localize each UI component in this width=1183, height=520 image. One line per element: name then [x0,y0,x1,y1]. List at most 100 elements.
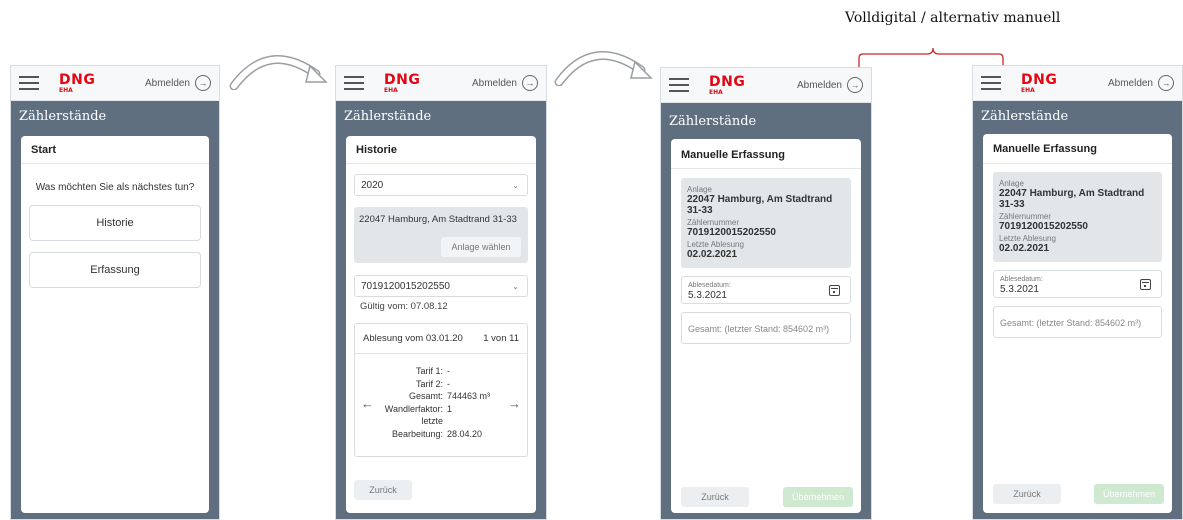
total-reading-input[interactable]: Gesamt: (letzter Stand: 854602 m³) [681,312,851,344]
calendar-icon[interactable] [829,285,840,296]
card-title: Historie [346,136,536,164]
submit-button[interactable]: Übernehmen [783,487,853,507]
reading-date-value: 5.3.2021 [1000,284,1039,295]
detail-value: 28.04.20 [447,428,483,439]
detail-row: Tarif 2: - [383,378,503,391]
chevron-down-icon: ⌄ [512,281,519,291]
phone-screen-history: DNG EHA Abmelden → Zählerstände Historie… [335,65,547,520]
back-button[interactable]: Zurück [681,487,749,507]
start-card: Start Was möchten Sie als nächstes tun? … [21,136,209,513]
detail-label: Wandlerfaktor: [384,403,443,414]
valid-from-text: Gültig vom: 07.08.12 [360,301,448,312]
plant-label: Anlage [687,185,712,194]
hamburger-menu-icon[interactable] [981,76,1001,90]
logout-button[interactable]: Abmelden → [472,75,538,91]
logo: DNG EHA [1021,73,1061,95]
last-reading-value: 02.02.2021 [687,249,738,260]
meter-value: 7019120015202550 [687,227,776,238]
meter-value: 7019120015202550 [999,221,1088,232]
top-bar: DNG EHA Abmelden → [973,66,1182,101]
detail-label: letzte [421,416,443,426]
address-box: 22047 Hamburg, Am Stadtrand 31-33 Anlage… [354,207,528,263]
plant-label: Anlage [999,179,1024,188]
entry-button[interactable]: Erfassung [29,252,201,288]
logout-label: Abmelden [144,77,190,89]
meter-label: Zählernummer [999,212,1052,221]
back-button[interactable]: Zurück [993,484,1061,504]
question-text: Was möchten Sie als nächstes tun? [35,182,195,193]
logo: DNG EHA [709,75,749,97]
reading-date-value: 5.3.2021 [688,290,727,301]
logo-subtext: EHA [384,87,398,94]
reading-date-field[interactable]: Ablesedatum: 5.3.2021 [993,270,1162,298]
page-title: Zählerstände [669,114,757,129]
history-button[interactable]: Historie [29,205,201,241]
select-plant-button[interactable]: Anlage wählen [441,237,521,257]
logo: DNG EHA [59,73,99,95]
detail-label: Gesamt: [408,391,443,401]
page-title: Zählerstände [981,109,1069,124]
arrow-circle-right-icon: → [847,77,863,93]
year-select-value: 2020 [361,179,384,191]
last-reading-label: Letzte Ablesung [999,234,1056,243]
reading-date-field[interactable]: Ablesedatum: 5.3.2021 [681,276,851,304]
top-bar: DNG EHA Abmelden → [661,68,871,103]
logout-button[interactable]: Abmelden → [145,75,211,91]
logo-subtext: EHA [59,87,73,94]
detail-row: Gesamt: 744463 m³ [383,390,503,403]
detail-row: letzte [383,415,503,428]
arrow-circle-right-icon: → [522,75,538,91]
detail-row: Tarif 1: - [383,365,503,378]
top-bar: DNG EHA Abmelden → [336,66,546,101]
page-title: Zählerstände [344,109,432,124]
top-bar: DNG EHA Abmelden → [11,66,219,101]
logout-button[interactable]: Abmelden → [1108,75,1174,91]
total-reading-placeholder: Gesamt: (letzter Stand: 854602 m³) [688,324,830,334]
logo-text: DNG [709,74,746,90]
logo-subtext: EHA [709,89,723,96]
submit-button[interactable]: Übernehmen [1094,484,1164,504]
card-title: Start [21,136,209,164]
logout-label: Abmelden [471,77,517,89]
phone-screen-manual-entry: DNG EHA Abmelden → Zählerstände Manuelle… [660,67,872,520]
back-button[interactable]: Zurück [354,480,412,500]
logout-button[interactable]: Abmelden → [797,77,863,93]
reading-date-label: Ablesedatum: [1000,276,1043,283]
last-reading-value: 02.02.2021 [999,243,1050,254]
card-title: Manuelle Erfassung [671,139,861,169]
reading-date: Ablesung vom 03.01.20 [363,333,463,344]
calendar-icon[interactable] [1140,279,1151,290]
hamburger-menu-icon[interactable] [669,78,689,92]
hamburger-menu-icon[interactable] [19,76,39,90]
hamburger-menu-icon[interactable] [344,76,364,90]
manual-entry-card: Manuelle Erfassung Anlage 22047 Hamburg,… [983,134,1172,513]
total-reading-placeholder: Gesamt: (letzter Stand: 854602 m³) [1000,318,1142,328]
arrow-right-icon[interactable]: → [508,396,521,411]
year-select[interactable]: 2020 ⌄ [354,174,528,196]
arrow-circle-right-icon: → [1158,75,1174,91]
total-reading-input[interactable]: Gesamt: (letzter Stand: 854602 m³) [993,306,1162,338]
meter-select[interactable]: 7019120015202550 ⌄ [354,275,528,297]
reading-counter: 1 von 11 [483,333,519,344]
phone-screen-manual-entry-alt: DNG EHA Abmelden → Zählerstände Manuelle… [972,65,1183,520]
plant-value: 22047 Hamburg, Am Stadtrand 31-33 [999,188,1145,210]
logout-label: Abmelden [796,79,842,91]
detail-label: Tarif 1: [415,366,443,376]
history-card: Historie 2020 ⌄ 22047 Hamburg, Am Stadtr… [346,136,536,513]
manual-entry-card: Manuelle Erfassung Anlage 22047 Hamburg,… [671,139,861,513]
detail-value: 744463 m³ [447,391,491,401]
address-text: 22047 Hamburg, Am Stadtrand 31-33 [359,214,517,225]
page-title: Zählerstände [19,109,107,124]
phone-screen-start: DNG EHA Abmelden → Zählerstände Start Wa… [10,65,220,520]
arrow-left-icon[interactable]: ← [361,396,374,411]
logo-text: DNG [59,72,96,88]
detail-row: Bearbeitung: 28.04.20 [383,428,503,441]
meter-info-box: Anlage 22047 Hamburg, Am Stadtrand 31-33… [681,178,851,268]
reading-details: Tarif 1: - Tarif 2: - Gesamt: 744463 m³ … [383,365,503,440]
meter-label: Zählernummer [687,218,740,227]
logo-text: DNG [384,72,421,88]
reading-header: Ablesung vom 03.01.20 1 von 11 [355,324,527,354]
detail-label: Tarif 2: [415,378,443,389]
reading-panel: Ablesung vom 03.01.20 1 von 11 ← → Tarif… [354,323,528,457]
detail-value: - [447,378,450,389]
